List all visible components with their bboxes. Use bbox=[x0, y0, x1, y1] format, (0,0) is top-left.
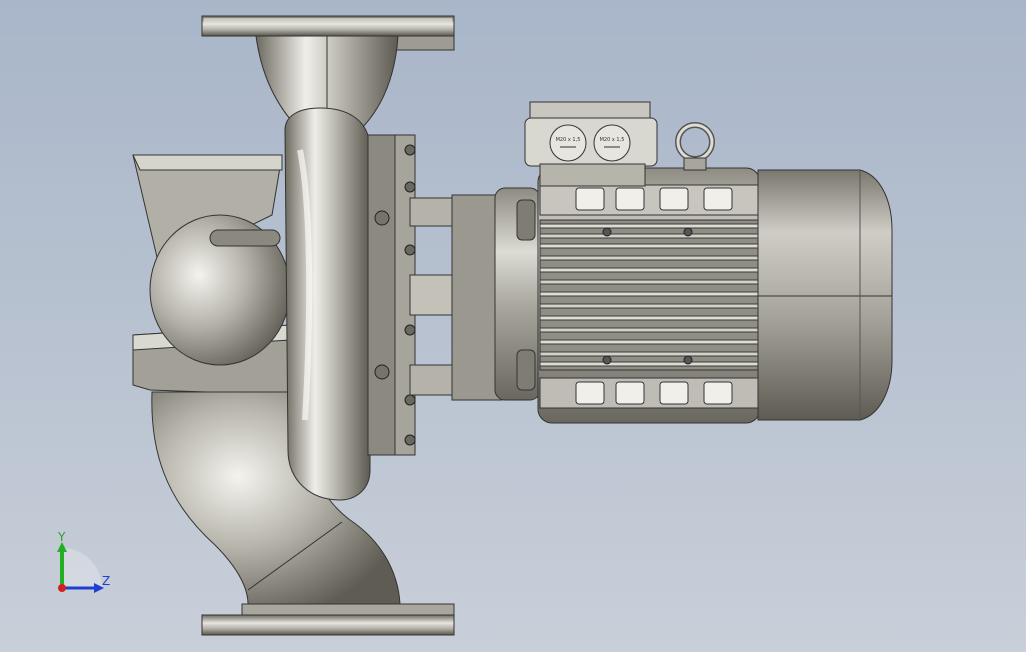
lifting-eye[interactable] bbox=[675, 122, 715, 171]
y-axis-label: Y bbox=[58, 530, 66, 544]
cable-gland-label-1: M20 x 1,5 bbox=[556, 137, 581, 143]
motor-flange[interactable] bbox=[494, 187, 541, 401]
z-axis-label: Z bbox=[102, 574, 111, 588]
cad-viewport[interactable]: M20 x 1,5 M20 x 1,5 Y Z bbox=[0, 0, 1026, 652]
triad-origin bbox=[58, 584, 66, 592]
triad-quadrant bbox=[62, 548, 102, 588]
pump-motor-model[interactable]: M20 x 1,5 M20 x 1,5 bbox=[0, 0, 1026, 652]
coupling-lantern[interactable] bbox=[409, 194, 503, 401]
fan-cover[interactable] bbox=[757, 169, 893, 421]
pump-backplate[interactable] bbox=[367, 134, 416, 456]
cable-gland-label-2: M20 x 1,5 bbox=[600, 137, 625, 143]
terminal-box[interactable]: M20 x 1,5 M20 x 1,5 bbox=[524, 101, 658, 187]
volute-bulge[interactable] bbox=[149, 214, 291, 366]
outlet-flange[interactable] bbox=[201, 603, 455, 636]
electric-motor[interactable] bbox=[537, 167, 771, 424]
volute-casing[interactable] bbox=[284, 107, 371, 501]
